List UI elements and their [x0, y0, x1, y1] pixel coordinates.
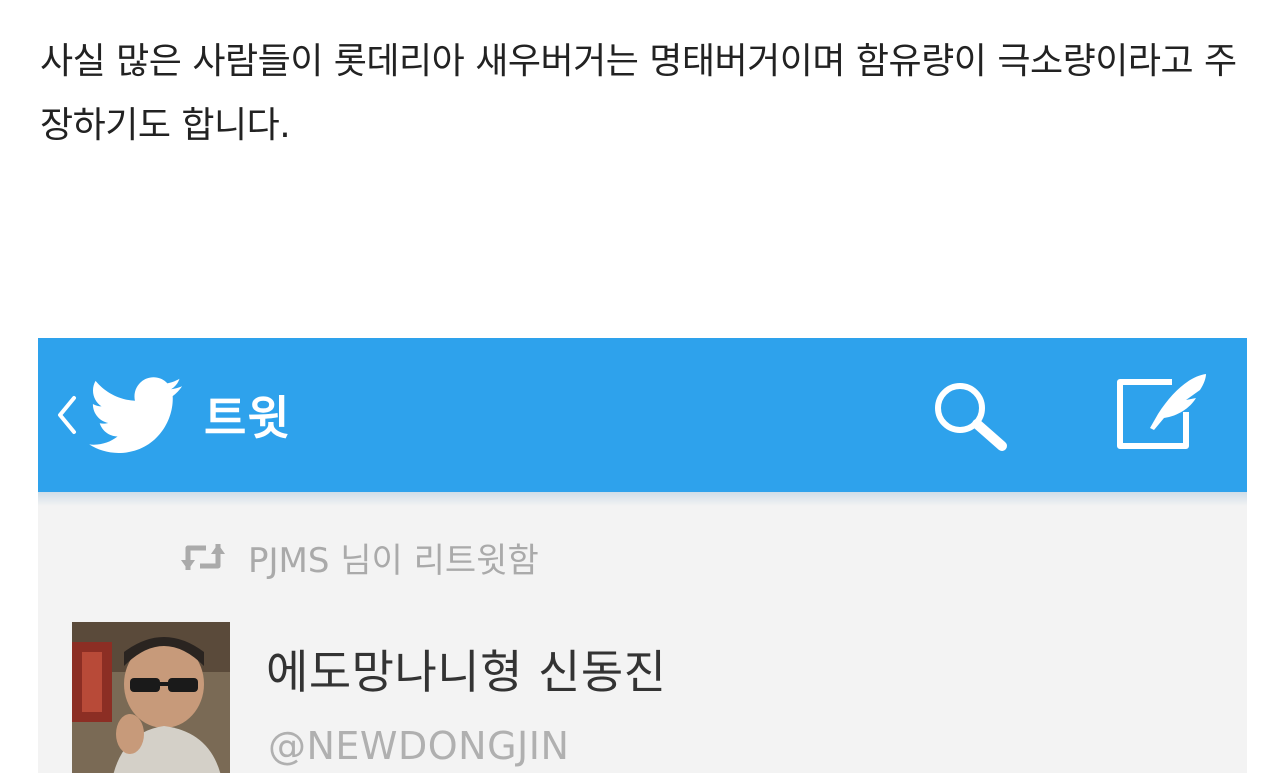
- retweet-icon: [181, 544, 225, 570]
- user-display-name[interactable]: 에도망나니형 신동진: [266, 636, 667, 702]
- chevron-left-icon[interactable]: [52, 390, 82, 440]
- twitter-bird-icon[interactable]: [88, 376, 184, 456]
- article-paragraph: 사실 많은 사람들이 롯데리아 새우버거는 명태버거이며 함유량이 극소량이라고…: [40, 41, 1237, 146]
- twitter-screenshot: 트윗 PJMS 님이 리트윗함 에도망나니형 신동진 @NEWDONGJIN: [38, 338, 1247, 773]
- retweet-context: PJMS 님이 리트윗함: [178, 534, 539, 581]
- twitter-app-bar: 트윗: [38, 338, 1247, 492]
- avatar[interactable]: [72, 622, 230, 773]
- user-handle[interactable]: @NEWDONGJIN: [268, 724, 569, 768]
- search-icon[interactable]: [928, 378, 1012, 454]
- compose-icon[interactable]: [1110, 370, 1214, 456]
- retweet-label: PJMS 님이 리트윗함: [248, 540, 539, 581]
- app-bar-shadow: [38, 492, 1247, 506]
- page-title: 트윗: [204, 391, 291, 445]
